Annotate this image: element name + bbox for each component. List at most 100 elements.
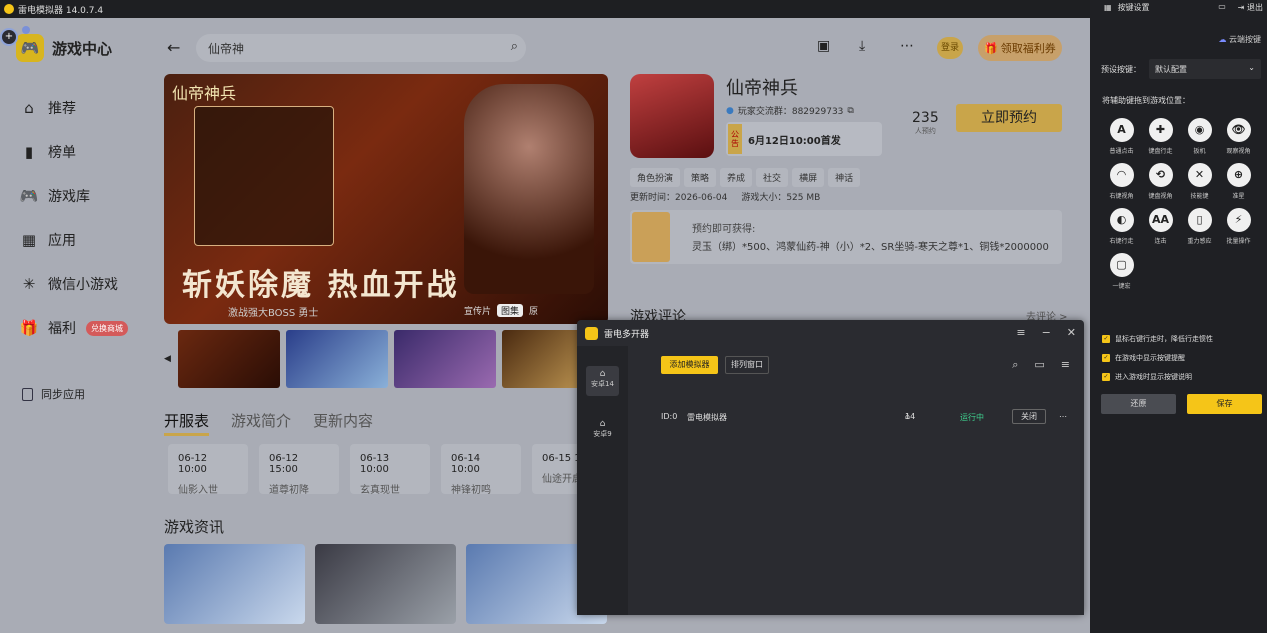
menu-icon[interactable]: ≡ — [1016, 326, 1025, 339]
copy-icon[interactable]: ⧉ — [847, 106, 853, 116]
server-card[interactable]: 06-12 10:00 仙影入世 — [168, 444, 248, 496]
key-macro[interactable]: ▢ 一键宏 — [1102, 253, 1141, 290]
more-icon[interactable]: ⋯ — [1059, 412, 1067, 421]
add-emulator-button[interactable]: 添加模拟器 — [661, 356, 718, 374]
apps-icon: ▦ — [21, 231, 37, 249]
phone-tilt-icon: ▯ — [1187, 208, 1212, 232]
instance-status: 运行中 — [960, 413, 984, 422]
key-skill[interactable]: ✕ 技能键 — [1180, 163, 1219, 200]
option-label: 在游戏中显示按键提醒 — [1115, 353, 1185, 362]
eye-icon: 👁 — [1226, 118, 1251, 142]
calendar-icon[interactable]: ▣ — [817, 38, 830, 54]
instance-name: 雷电模拟器 — [687, 413, 727, 422]
tab-server-list[interactable]: 开服表 — [164, 410, 210, 436]
server-card[interactable]: 06-12 15:00 道尊初降 — [259, 444, 339, 496]
save-button[interactable]: 保存 — [1187, 394, 1262, 414]
key-combo[interactable]: AA 连击 — [1141, 208, 1180, 245]
key-batch[interactable]: ⚡ 批量操作 — [1219, 208, 1258, 245]
key-dpad[interactable]: ✚ 键盘行走 — [1141, 118, 1180, 155]
arrange-windows-button[interactable]: 排列窗口 — [725, 356, 769, 374]
key-keyboard-view[interactable]: ⟲ 键盘视角 — [1141, 163, 1180, 200]
sort-icon[interactable]: ≡ — [1061, 358, 1070, 372]
server-time: 06-12 10:00 — [178, 453, 208, 475]
tab-android14[interactable]: ⌂ 安卓14 — [586, 366, 619, 396]
key-gravity[interactable]: ▯ 重力感应 — [1180, 208, 1219, 245]
gamepad-logo-icon: 🎮 — [16, 34, 44, 62]
checkbox-checked-icon[interactable]: ✓ — [1102, 334, 1110, 343]
checkbox-checked-icon[interactable]: ✓ — [1102, 353, 1110, 362]
sync-apps-link[interactable]: 同步应用 — [22, 386, 85, 402]
sidebar-item-ranking[interactable]: ▮ 榜单 — [20, 130, 128, 174]
reset-button[interactable]: 还原 — [1101, 394, 1176, 414]
brand-title: 游戏中心 — [52, 39, 113, 58]
folder-icon[interactable]: ▭ — [1218, 2, 1226, 13]
preset-label: 预设按键： — [1101, 65, 1141, 74]
tab-updates[interactable]: 更新内容 — [313, 410, 373, 436]
coupon-button[interactable]: 🎁 领取福利券 — [978, 35, 1062, 61]
reserve-button[interactable]: 立即预约 — [956, 104, 1062, 132]
minimize-icon[interactable]: − — [1042, 326, 1051, 339]
tag[interactable]: 社交 — [756, 168, 789, 187]
server-list: 06-12 10:00 仙影入世 06-12 15:00 道尊初降 06-13 10… — [168, 444, 612, 496]
tag[interactable]: 横屏 — [792, 168, 825, 187]
option-show-guide[interactable]: ✓ 进入游戏时显示按键说明 — [1102, 367, 1213, 386]
banner-ui-panel — [194, 106, 334, 246]
login-button[interactable]: 登录 — [937, 37, 963, 59]
key-look[interactable]: 👁 观察视角 — [1219, 118, 1258, 155]
thumbnail[interactable] — [178, 330, 280, 388]
key-right-walk[interactable]: ◐ 右键行走 — [1102, 208, 1141, 245]
sidebar-item-welfare[interactable]: 🎁 福利 兑换商城 — [20, 306, 128, 350]
sidebar-item-wechat-games[interactable]: ✳ 微信小游戏 — [20, 262, 128, 306]
floating-plus-button[interactable]: + — [0, 28, 18, 46]
tag[interactable]: 角色扮演 — [630, 168, 681, 187]
tag[interactable]: 策略 — [684, 168, 717, 187]
folder-icon[interactable]: ▭ — [1034, 358, 1044, 372]
tag-list: 角色扮演 策略 养成 社交 横屏 神话 — [630, 168, 861, 187]
news-card[interactable] — [315, 544, 456, 624]
server-name: 玄真现世 — [360, 485, 400, 496]
preset-select[interactable]: 默认配置 ⌄ — [1149, 59, 1261, 79]
window-titlebar: 雷电模拟器 14.0.7.4 — [0, 0, 1090, 18]
key-crosshair[interactable]: ⊕ 准星 — [1219, 163, 1258, 200]
exit-button[interactable]: ⇥ 退出 — [1238, 2, 1263, 13]
tab-other[interactable]: 原 — [529, 304, 538, 317]
download-icon[interactable]: ⤓ — [859, 38, 865, 54]
server-card[interactable]: 06-14 10:00 神锋初鸣 — [441, 444, 521, 496]
dialog-controls: ≡ − ✕ — [1016, 326, 1076, 339]
prev-arrow-icon[interactable]: ◀ — [164, 354, 172, 364]
server-card[interactable]: 06-13 10:00 玄真现世 — [350, 444, 430, 496]
tab-trailer[interactable]: 宣传片 — [464, 304, 491, 317]
cloud-keys-link[interactable]: ☁ 云端按键 — [1218, 34, 1261, 45]
search-icon[interactable]: ⌕ — [511, 39, 518, 54]
reserve-count: 235 人预约 — [912, 110, 939, 136]
sidebar-item-apps[interactable]: ▦ 应用 — [20, 218, 128, 262]
thumbnail[interactable] — [286, 330, 388, 388]
thumbnail[interactable] — [394, 330, 496, 388]
update-time: 更新时间：2026-06-04 — [630, 193, 728, 203]
sidebar-item-library[interactable]: 🎮 游戏库 — [20, 174, 128, 218]
key-trigger[interactable]: ◉ 扳机 — [1180, 118, 1219, 155]
tab-android9[interactable]: ⌂ 安卓9 — [586, 416, 619, 446]
game-banner[interactable]: 仙帝神兵 斩妖除魔 热血开战 激战强大BOSS 勇士 宣传片 图集 原 — [164, 74, 608, 324]
tag[interactable]: 神话 — [828, 168, 861, 187]
option-label: 鼠标右键行走时，降低行走惯性 — [1115, 334, 1213, 343]
rotate-icon: ⟲ — [1148, 163, 1173, 187]
more-icon[interactable]: ⋯ — [900, 38, 914, 54]
search-icon[interactable]: ⌕ — [1012, 358, 1018, 372]
option-reduce-inertia[interactable]: ✓ 鼠标右键行走时，降低行走惯性 — [1102, 329, 1213, 348]
news-card[interactable] — [164, 544, 305, 624]
option-show-reminder[interactable]: ✓ 在游戏中显示按键提醒 — [1102, 348, 1213, 367]
tag[interactable]: 养成 — [720, 168, 753, 187]
hero-character — [464, 84, 594, 294]
key-right-view[interactable]: ◠ 右键视角 — [1102, 163, 1141, 200]
key-tap[interactable]: A 普通点击 — [1102, 118, 1141, 155]
tab-intro[interactable]: 游戏简介 — [231, 410, 291, 436]
checkbox-checked-icon[interactable]: ✓ — [1102, 372, 1110, 381]
key-label: 准星 — [1232, 193, 1245, 200]
back-arrow-icon[interactable]: ← — [167, 38, 180, 57]
close-instance-button[interactable]: 关闭 — [1012, 409, 1046, 424]
close-icon[interactable]: ✕ — [1067, 326, 1076, 339]
sidebar-item-recommend[interactable]: ⌂ 推荐 — [20, 86, 128, 130]
search-input[interactable]: 仙帝神 ⌕ — [196, 34, 526, 62]
tab-gallery[interactable]: 图集 — [497, 304, 524, 317]
